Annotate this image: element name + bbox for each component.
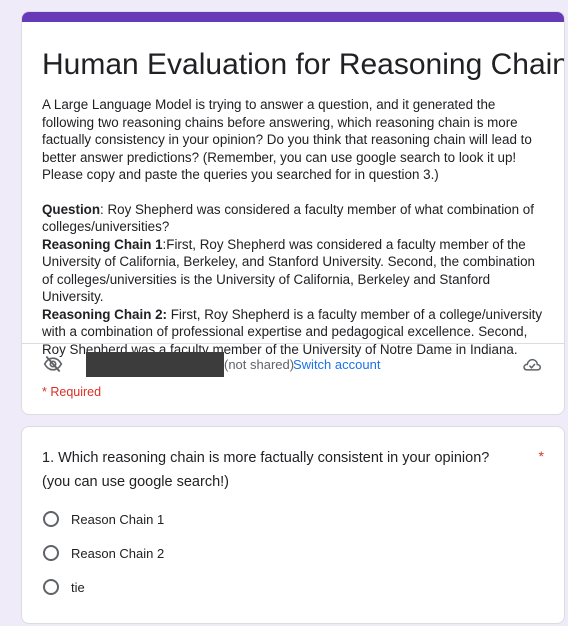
chain1-paragraph: Reasoning Chain 1:First, Roy Shepherd wa…	[42, 236, 544, 306]
chain2-paragraph: Reasoning Chain 2: First, Roy Shepherd i…	[42, 306, 544, 359]
option-label: Reason Chain 1	[71, 511, 165, 527]
option-label: tie	[71, 579, 85, 595]
form-page: Human Evaluation for Reasoning Chains A …	[0, 0, 568, 626]
form-header-card: Human Evaluation for Reasoning Chains A …	[21, 11, 565, 415]
switch-account-link[interactable]: Switch account	[293, 357, 380, 372]
option-reason-chain-2[interactable]: Reason Chain 2	[42, 542, 164, 564]
form-title: Human Evaluation for Reasoning Chains	[42, 48, 565, 81]
redacted-email	[86, 352, 224, 377]
radio-button[interactable]	[43, 545, 59, 561]
question1-text: 1. Which reasoning chain is more factual…	[42, 450, 490, 490]
chain1-label: Reasoning Chain 1	[42, 236, 163, 252]
radio-button[interactable]	[43, 511, 59, 527]
required-note: * Required	[42, 385, 102, 399]
divider	[22, 343, 564, 344]
question-label: Question	[42, 201, 101, 217]
eye-off-icon	[43, 355, 63, 373]
account-row: (not shared) Switch account	[42, 352, 544, 377]
option-tie[interactable]: tie	[42, 576, 85, 598]
option-label: Reason Chain 2	[71, 545, 165, 561]
accent-bar	[22, 12, 564, 22]
cloud-saved-icon	[523, 358, 542, 371]
question-paragraph: Question: Roy Shepherd was considered a …	[42, 201, 544, 236]
required-star: *	[538, 448, 544, 464]
intro-text: A Large Language Model is trying to answ…	[42, 97, 532, 182]
question-text: : Roy Shepherd was considered a faculty …	[42, 201, 534, 235]
form-description: A Large Language Model is trying to answ…	[42, 96, 544, 358]
radio-button[interactable]	[43, 579, 59, 595]
chain2-label: Reasoning Chain 2:	[42, 306, 167, 322]
not-shared-label: (not shared)	[224, 357, 295, 372]
question-card: 1. Which reasoning chain is more factual…	[21, 426, 565, 624]
option-reason-chain-1[interactable]: Reason Chain 1	[42, 508, 164, 530]
